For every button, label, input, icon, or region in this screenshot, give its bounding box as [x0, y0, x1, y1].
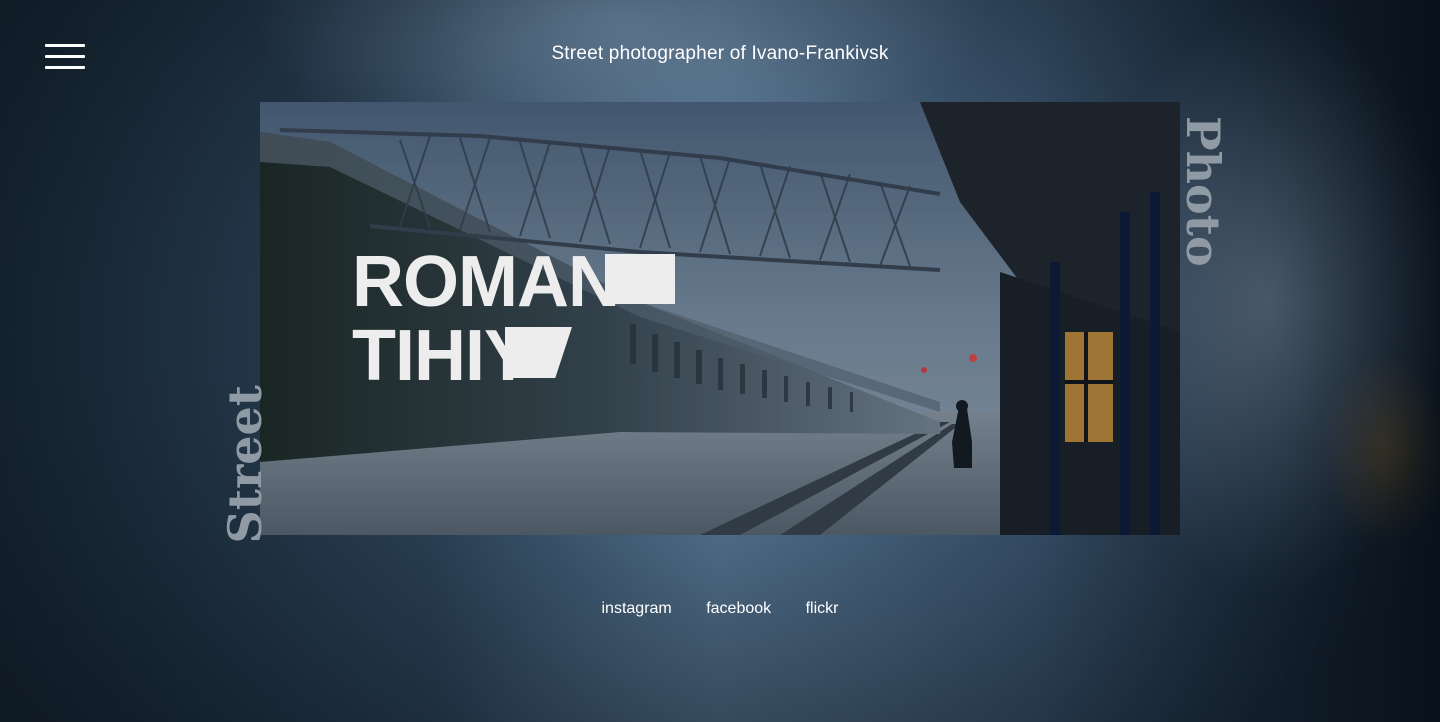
flickr-link[interactable]: flickr: [806, 600, 839, 617]
hamburger-icon-bar: [45, 66, 85, 69]
name-accent-block: [605, 254, 675, 304]
facebook-link[interactable]: facebook: [706, 600, 771, 617]
side-word-street: Street: [218, 385, 272, 544]
name-last: TIHIY: [352, 316, 532, 396]
photographer-name: ROMAN TIHIY: [352, 242, 620, 396]
page: Street photographer of Ivano-Frankivsk R…: [0, 0, 1440, 722]
social-links: instagram facebook flickr: [0, 600, 1440, 618]
page-tagline: Street photographer of Ivano-Frankivsk: [551, 43, 889, 64]
name-first: ROMAN: [352, 242, 620, 322]
side-word-photo: Photo: [1176, 116, 1230, 267]
instagram-link[interactable]: instagram: [602, 600, 672, 617]
